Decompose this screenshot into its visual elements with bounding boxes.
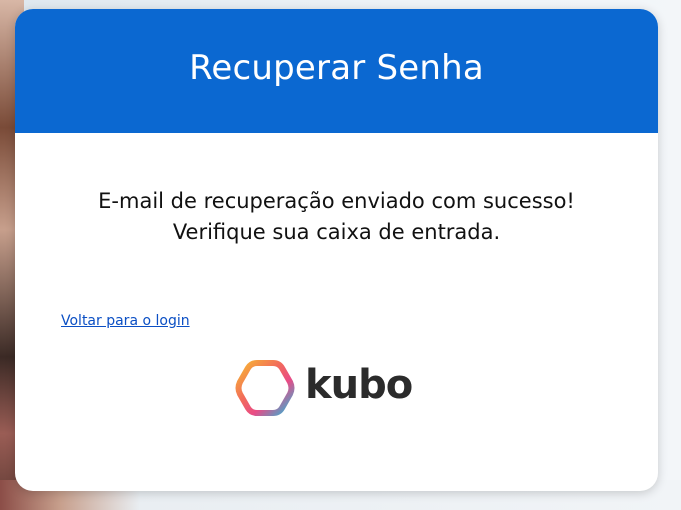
kubo-logo: kubo [233, 357, 413, 419]
success-message-line2: Verifique sua caixa de entrada. [172, 220, 501, 244]
hexagon-gradient-icon [235, 360, 295, 416]
recovery-card: Recuperar Senha E-mail de recuperação en… [15, 9, 658, 491]
card-header: Recuperar Senha [15, 9, 658, 133]
back-to-login-link[interactable]: Voltar para o login [61, 313, 190, 329]
logo-text: kubo [305, 362, 413, 408]
page-title: Recuperar Senha [189, 48, 484, 88]
success-message: E-mail de recuperação enviado com sucess… [15, 186, 658, 248]
success-message-line1: E-mail de recuperação enviado com sucess… [98, 189, 575, 213]
